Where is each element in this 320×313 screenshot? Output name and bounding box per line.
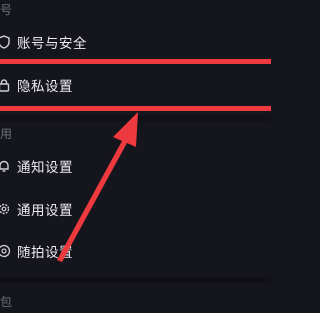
annotation-arrow: [57, 112, 138, 262]
